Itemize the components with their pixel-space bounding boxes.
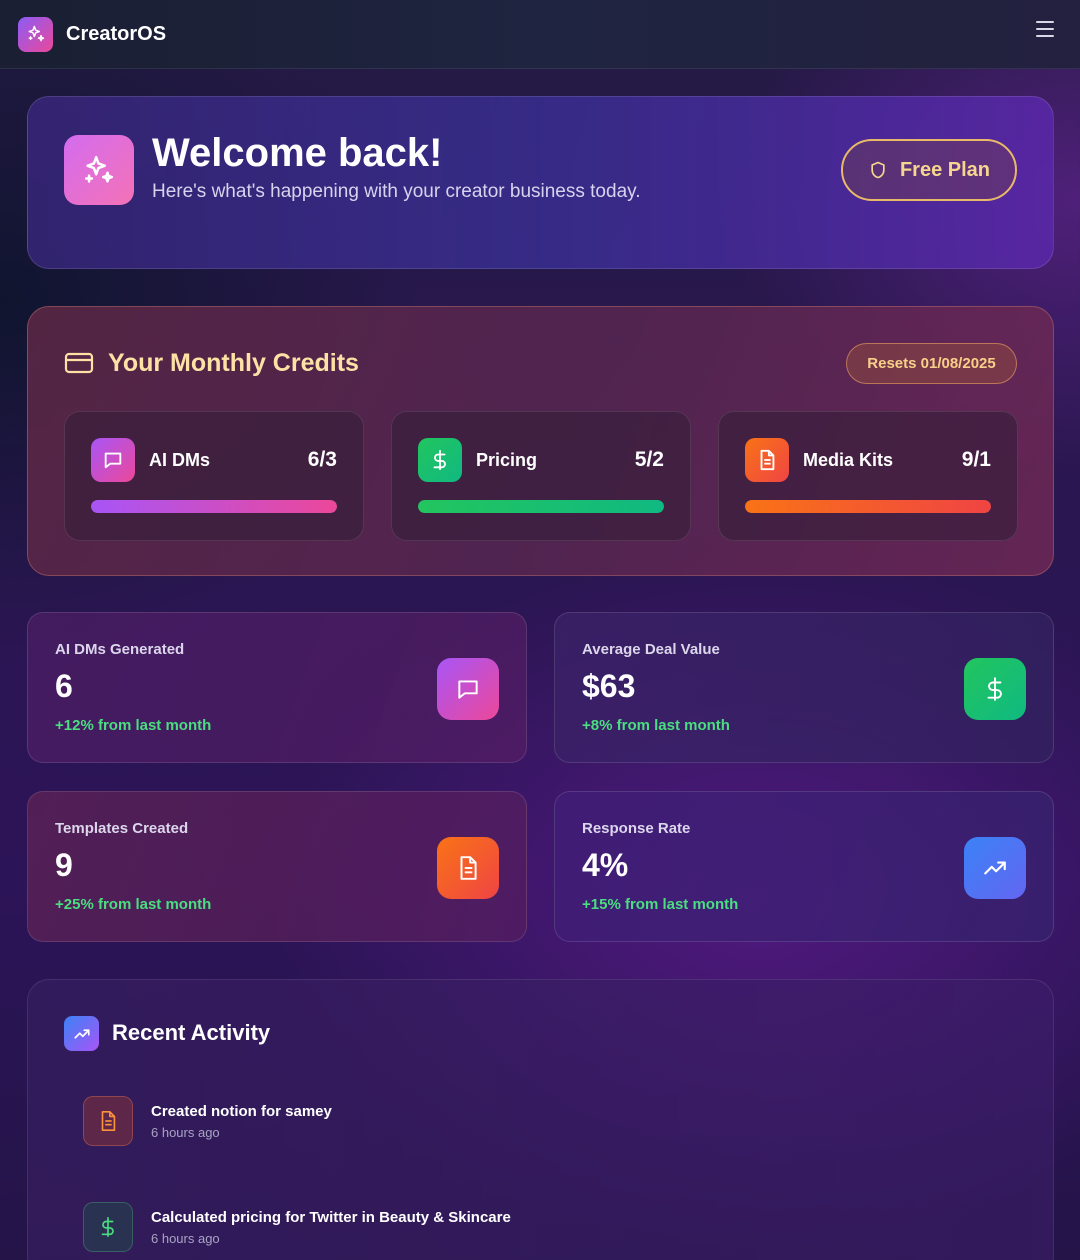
stat-label: Response Rate — [582, 820, 691, 837]
menu-icon[interactable] — [1036, 21, 1054, 37]
activity-time: 6 hours ago — [151, 1231, 220, 1246]
welcome-title: Welcome back! — [152, 131, 443, 175]
stat-change: +12% from last month — [55, 717, 212, 734]
stat-value: $63 — [582, 668, 636, 704]
credit-item-pricing: Pricing 5/2 — [391, 411, 691, 541]
sparkles-icon — [64, 135, 134, 205]
credits-title: Your Monthly Credits — [108, 349, 359, 377]
logo-icon[interactable] — [18, 16, 53, 52]
stat-change: +8% from last month — [582, 717, 730, 734]
credit-label: Pricing — [476, 450, 538, 470]
activity-title: Recent Activity — [112, 1020, 271, 1045]
plan-label: Free Plan — [899, 158, 991, 181]
credit-count: 6/3 — [307, 448, 337, 471]
trending-up-icon — [964, 837, 1026, 899]
credit-label: AI DMs — [149, 450, 211, 470]
activity-text: Created notion for samey — [151, 1103, 332, 1120]
credit-progress-bar — [418, 500, 664, 513]
welcome-card: Welcome back! Here's what's happening wi… — [27, 96, 1054, 269]
stat-card-deal-value[interactable]: Average Deal Value $63 +8% from last mon… — [554, 612, 1054, 763]
credit-card-icon — [64, 352, 94, 374]
stat-label: AI DMs Generated — [55, 641, 185, 658]
stat-value: 4% — [582, 847, 629, 883]
stat-label: Average Deal Value — [582, 641, 720, 658]
message-icon — [437, 658, 499, 720]
stat-change: +15% from last month — [582, 896, 739, 913]
shield-icon — [871, 161, 885, 179]
stat-card-templates[interactable]: Templates Created 9 +25% from last month — [27, 791, 527, 942]
stat-value: 9 — [55, 847, 73, 883]
top-bar: CreatorOS — [0, 0, 1080, 69]
dollar-icon — [83, 1202, 133, 1252]
credit-progress-bar — [745, 500, 991, 513]
brand-name[interactable]: CreatorOS — [66, 23, 166, 46]
credit-count: 9/1 — [961, 448, 991, 471]
stat-card-response-rate[interactable]: Response Rate 4% +15% from last month — [554, 791, 1054, 942]
stat-label: Templates Created — [55, 820, 189, 837]
stat-value: 6 — [55, 668, 73, 704]
activity-time: 6 hours ago — [151, 1125, 220, 1140]
credit-progress-fill — [745, 500, 991, 513]
dollar-icon — [964, 658, 1026, 720]
stat-card-ai-dms[interactable]: AI DMs Generated 6 +12% from last month — [27, 612, 527, 763]
welcome-subtitle: Here's what's happening with your creato… — [152, 181, 641, 202]
credit-item-media-kits: Media Kits 9/1 — [718, 411, 1018, 541]
credit-label: Media Kits — [803, 450, 894, 470]
activity-item[interactable]: Calculated pricing for Twitter in Beauty… — [83, 1202, 983, 1254]
plan-button[interactable]: Free Plan — [841, 139, 1017, 201]
reset-badge: Resets 01/08/2025 — [846, 343, 1017, 384]
monthly-credits-card: Your Monthly Credits Resets 01/08/2025 A… — [27, 306, 1054, 576]
document-icon — [83, 1096, 133, 1146]
activity-item[interactable]: Created notion for samey 6 hours ago — [83, 1096, 983, 1148]
document-icon — [745, 438, 789, 482]
dollar-icon — [418, 438, 462, 482]
credit-progress-fill — [91, 500, 337, 513]
credit-progress-bar — [91, 500, 337, 513]
trending-up-icon — [64, 1016, 99, 1051]
recent-activity-card: Recent Activity Created notion for samey… — [27, 979, 1054, 1260]
credit-count: 5/2 — [634, 448, 664, 471]
credit-item-ai-dms: AI DMs 6/3 — [64, 411, 364, 541]
stat-change: +25% from last month — [55, 896, 212, 913]
credit-progress-fill — [418, 500, 664, 513]
message-icon — [91, 438, 135, 482]
document-icon — [437, 837, 499, 899]
activity-text: Calculated pricing for Twitter in Beauty… — [151, 1209, 511, 1226]
